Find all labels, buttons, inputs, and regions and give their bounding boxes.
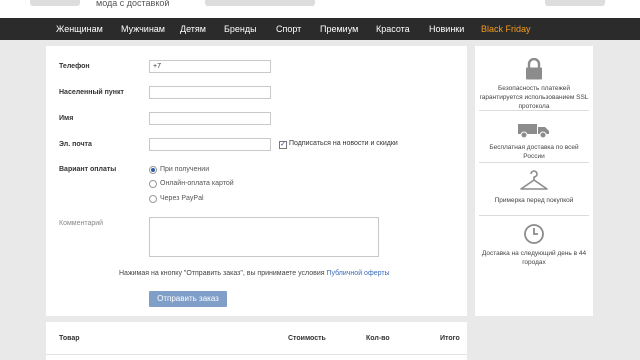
- header-account-fragment: [545, 0, 605, 6]
- nav-item-black-friday[interactable]: Black Friday: [481, 18, 531, 40]
- nav-item-sport[interactable]: Спорт: [276, 18, 301, 40]
- benefit-text: Бесплатная доставка по всей России: [489, 144, 579, 160]
- payment-label: Вариант оплаты: [59, 166, 117, 173]
- site-tagline: мода с доставкой: [96, 0, 170, 8]
- hanger-icon: [520, 170, 548, 190]
- city-label: Населенный пункт: [59, 89, 124, 96]
- nav-item-brands[interactable]: Бренды: [224, 18, 257, 40]
- order-form: Телефон Населенный пункт Имя Эл. почта ✓…: [46, 46, 467, 316]
- benefit-fitting: Примерка перед покупкой: [475, 170, 593, 205]
- nav-item-kids[interactable]: Детям: [180, 18, 206, 40]
- payment-option-paypal: Через PayPal: [160, 195, 204, 202]
- subscribe-checkbox[interactable]: ✓: [279, 141, 287, 149]
- main-navigation: Женщинам Мужчинам Детям Бренды Спорт Пре…: [0, 18, 640, 40]
- email-label: Эл. почта: [59, 141, 92, 148]
- benefit-divider: [479, 110, 589, 111]
- agreement-text: Нажимая на кнопку "Отправить заказ", вы …: [119, 270, 327, 277]
- name-label: Имя: [59, 115, 74, 122]
- delivery-truck-icon: [518, 124, 549, 139]
- header-logo-fragment: [30, 0, 80, 6]
- benefit-free-delivery: Бесплатная доставка по всей России: [475, 121, 593, 161]
- column-header-total: Итого: [440, 335, 460, 342]
- benefit-text: Примерка перед покупкой: [494, 197, 574, 204]
- email-input[interactable]: [149, 138, 271, 151]
- benefits-panel: Безопасность платежей гарантируется испо…: [475, 46, 593, 316]
- comment-textarea[interactable]: [149, 217, 379, 257]
- name-input[interactable]: [149, 112, 271, 125]
- site-header: мода с доставкой: [0, 0, 640, 18]
- column-header-product: Товар: [59, 335, 80, 342]
- payment-radio-card[interactable]: [149, 180, 157, 188]
- payment-radio-paypal[interactable]: [149, 195, 157, 203]
- city-input[interactable]: [149, 86, 271, 99]
- table-divider: [46, 354, 467, 355]
- payment-option-card: Онлайн-оплата картой: [160, 180, 234, 187]
- submit-order-button[interactable]: Отправить заказ: [149, 291, 227, 307]
- benefit-divider: [479, 215, 589, 216]
- nav-item-women[interactable]: Женщинам: [56, 18, 103, 40]
- clock-icon: [524, 224, 544, 244]
- nav-item-men[interactable]: Мужчинам: [121, 18, 165, 40]
- benefit-text: Доставка на следующий день в 44 городах: [481, 250, 587, 266]
- benefit-text: Безопасность платежей гарантируется испо…: [479, 85, 589, 110]
- payment-option-cash: При получении: [160, 166, 210, 173]
- phone-label: Телефон: [59, 63, 90, 70]
- subscribe-label: Подписаться на новости и скидки: [289, 140, 398, 147]
- benefit-secure-payment: Безопасность платежей гарантируется испо…: [475, 58, 593, 111]
- comment-label: Комментарий: [59, 220, 104, 227]
- public-offer-link[interactable]: Публичной оферты: [326, 270, 389, 277]
- nav-item-premium[interactable]: Премиум: [320, 18, 358, 40]
- cart-table: Товар Стоимость Кол-во Итого: [46, 322, 467, 360]
- nav-item-beauty[interactable]: Красота: [376, 18, 410, 40]
- lock-icon: [526, 58, 542, 80]
- nav-item-new[interactable]: Новинки: [429, 18, 464, 40]
- benefit-divider: [479, 162, 589, 163]
- agreement-note: Нажимая на кнопку "Отправить заказ", вы …: [119, 270, 390, 277]
- phone-input[interactable]: [149, 60, 271, 73]
- payment-radio-cash[interactable]: [149, 166, 157, 174]
- column-header-quantity: Кол-во: [366, 335, 390, 342]
- header-search-fragment: [205, 0, 315, 6]
- column-header-price: Стоимость: [288, 335, 326, 342]
- benefit-next-day-delivery: Доставка на следующий день в 44 городах: [475, 223, 593, 267]
